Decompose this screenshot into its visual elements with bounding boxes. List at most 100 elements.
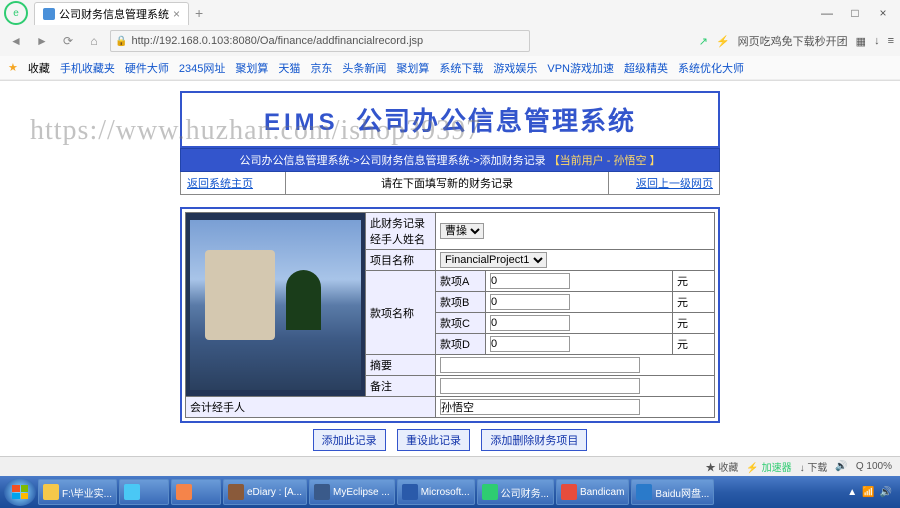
- status-download[interactable]: ↓ 下载: [800, 459, 828, 474]
- bookmark-item[interactable]: 京东: [310, 60, 332, 76]
- grid-icon[interactable]: ▦: [856, 35, 866, 48]
- bookmark-star-icon[interactable]: ★: [8, 61, 18, 74]
- header-banner: EIMS 公司办公信息管理系统: [180, 91, 720, 148]
- add-record-button[interactable]: 添加此记录: [313, 429, 386, 451]
- lock-icon: 🔒: [115, 36, 127, 47]
- browser-status-bar: ★ 收藏 ⚡ 加速器 ↓ 下载 🔊 Q 100%: [0, 456, 900, 476]
- tray-sound-icon[interactable]: 🔊: [880, 487, 892, 498]
- tray-expand-icon[interactable]: ▲: [847, 487, 857, 498]
- accountant-input[interactable]: [440, 399, 640, 415]
- bookmark-item[interactable]: 游戏娱乐: [493, 60, 537, 76]
- back-button[interactable]: ◄: [6, 31, 26, 51]
- maximize-button[interactable]: □: [842, 3, 868, 23]
- item-c-input[interactable]: [490, 315, 570, 331]
- browser-tab[interactable]: 公司财务信息管理系统 ×: [34, 2, 189, 25]
- word-icon: [402, 484, 418, 500]
- amount-group-label: 款项名称: [366, 271, 436, 355]
- nav-link-row: 返回系统主页 请在下面填写新的财务记录 返回上一级网页: [180, 172, 720, 195]
- ediary-icon: [228, 484, 244, 500]
- app-icon: [124, 484, 140, 500]
- url-field[interactable]: 🔒 http://192.168.0.103:8080/Oa/finance/a…: [110, 30, 530, 52]
- item-b-label: 款项B: [436, 292, 486, 313]
- browser-icon: [482, 484, 498, 500]
- new-tab-button[interactable]: +: [195, 5, 203, 21]
- menu-icon[interactable]: ≡: [888, 35, 894, 47]
- remark-input[interactable]: [440, 378, 640, 394]
- close-window-button[interactable]: ×: [870, 3, 896, 23]
- bookmark-item[interactable]: 聚划算: [396, 60, 429, 76]
- item-a-input[interactable]: [490, 273, 570, 289]
- close-tab-icon[interactable]: ×: [173, 7, 180, 21]
- decorative-image-cell: [186, 213, 366, 397]
- status-fav[interactable]: ★ 收藏: [706, 459, 739, 474]
- summary-input[interactable]: [440, 357, 640, 373]
- summary-label: 摘要: [366, 355, 436, 376]
- handler-select[interactable]: 曹操: [440, 223, 484, 239]
- page-title: 公司办公信息管理系统: [356, 106, 636, 136]
- share-icon[interactable]: ↗: [699, 35, 708, 48]
- window-controls: — □ ×: [814, 3, 896, 23]
- status-accel[interactable]: ⚡ 加速器: [746, 459, 791, 474]
- bookmark-item[interactable]: 超级精英: [624, 60, 668, 76]
- tab-title: 公司财务信息管理系统: [59, 6, 169, 22]
- bookmark-item[interactable]: 系统下载: [439, 60, 483, 76]
- taskbar-item[interactable]: Bandicam: [556, 479, 629, 505]
- reset-record-button[interactable]: 重设此记录: [397, 429, 470, 451]
- folder-icon: [43, 484, 59, 500]
- project-select[interactable]: FinancialProject1: [440, 252, 547, 268]
- bookmarks-label: 收藏: [28, 60, 50, 76]
- reload-button[interactable]: ⟳: [58, 31, 78, 51]
- bookmark-item[interactable]: VPN游戏加速: [547, 60, 614, 76]
- financial-form-table: 此财务记录经手人姓名 曹操 项目名称 FinancialProject1 款项名…: [185, 212, 715, 418]
- bookmark-item[interactable]: 天猫: [278, 60, 300, 76]
- promo-text: 网页吃鸡免下载秒开团: [738, 33, 848, 49]
- item-c-unit: 元: [672, 313, 714, 334]
- address-bar: ◄ ► ⟳ ⌂ 🔒 http://192.168.0.103:8080/Oa/f…: [0, 26, 900, 56]
- back-one-level-link[interactable]: 返回上一级网页: [636, 178, 713, 190]
- status-zoom[interactable]: Q 100%: [856, 461, 892, 472]
- bookmark-item[interactable]: 硬件大师: [125, 60, 169, 76]
- start-button[interactable]: [4, 478, 36, 506]
- taskbar-item[interactable]: MyEclipse ...: [309, 479, 395, 505]
- eims-logo-text: EIMS: [264, 109, 339, 136]
- minimize-button[interactable]: —: [814, 3, 840, 23]
- taskbar-item[interactable]: F:\毕业实...: [38, 479, 117, 505]
- item-d-label: 款项D: [436, 334, 486, 355]
- home-button[interactable]: ⌂: [84, 31, 104, 51]
- windows-logo-icon: [12, 485, 28, 499]
- back-home-link[interactable]: 返回系统主页: [187, 178, 253, 190]
- bookmark-item[interactable]: 头条新闻: [342, 60, 386, 76]
- flash-icon[interactable]: ⚡: [716, 35, 730, 48]
- status-sound-icon[interactable]: 🔊: [835, 461, 847, 472]
- scenic-image: [190, 220, 361, 390]
- taskbar-item[interactable]: Baidu网盘...: [631, 479, 714, 505]
- browser-chrome: e 公司财务信息管理系统 × + — □ × ◄ ► ⟳ ⌂ 🔒 http://…: [0, 0, 900, 81]
- tray-network-icon[interactable]: 📶: [862, 487, 874, 498]
- item-b-input[interactable]: [490, 294, 570, 310]
- item-c-label: 款项C: [436, 313, 486, 334]
- project-label: 项目名称: [366, 250, 436, 271]
- breadcrumb-path: 公司办公信息管理系统->公司财务信息管理系统->添加财务记录: [239, 155, 545, 167]
- bookmark-item[interactable]: 系统优化大师: [678, 60, 744, 76]
- system-tray: ▲ 📶 🔊: [847, 487, 896, 498]
- button-row: 添加此记录 重设此记录 添加删除财务项目: [180, 423, 720, 457]
- download-icon[interactable]: ↓: [874, 35, 880, 47]
- item-d-input[interactable]: [490, 336, 570, 352]
- forward-button[interactable]: ►: [32, 31, 52, 51]
- item-b-unit: 元: [672, 292, 714, 313]
- bookmark-item[interactable]: 手机收藏夹: [60, 60, 115, 76]
- bandicam-icon: [561, 484, 577, 500]
- taskbar-item[interactable]: Microsoft...: [397, 479, 475, 505]
- taskbar-item[interactable]: 公司财务...: [477, 479, 554, 505]
- taskbar-item[interactable]: [119, 479, 169, 505]
- taskbar-item[interactable]: eDiary : [A...: [223, 479, 307, 505]
- handler-label: 此财务记录经手人姓名: [366, 213, 436, 250]
- bookmark-item[interactable]: 聚划算: [235, 60, 268, 76]
- taskbar-item[interactable]: [171, 479, 221, 505]
- myeclipse-icon: [314, 484, 330, 500]
- bookmark-item[interactable]: 2345网址: [179, 60, 225, 76]
- item-d-unit: 元: [672, 334, 714, 355]
- ie-icon: [636, 484, 652, 500]
- manage-items-button[interactable]: 添加删除财务项目: [481, 429, 587, 451]
- tab-favicon-icon: [43, 8, 55, 20]
